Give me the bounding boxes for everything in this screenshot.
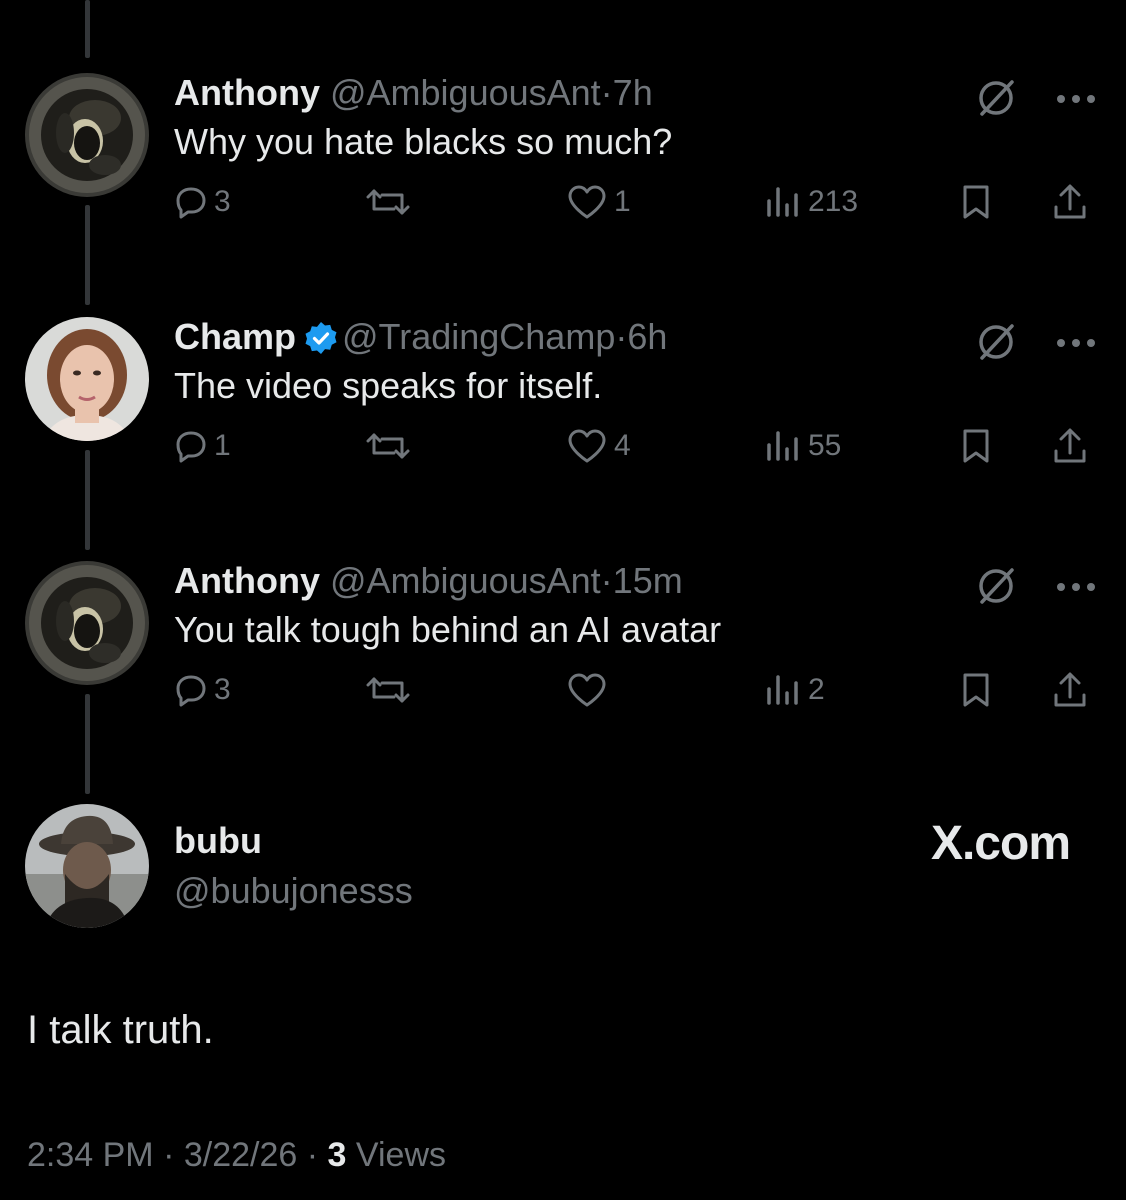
post-meta: 2:34 PM · 3/22/26 · 3 Views [27,1136,446,1175]
views-button[interactable]: 55 [764,422,841,470]
reply-post[interactable]: Anthony @AmbiguousAnt·7h Why you hate bl… [0,72,1126,318]
share-button[interactable] [1052,666,1088,714]
timestamp[interactable]: 7h [613,72,653,113]
grok-icon[interactable] [976,566,1016,606]
display-name[interactable]: Champ [174,316,296,357]
avatar[interactable] [25,561,149,685]
separator-dot: · [163,1136,175,1174]
reply-button[interactable]: 3 [174,666,231,714]
reply-post[interactable]: Anthony @AmbiguousAnt·15m You talk tough… [0,560,1126,806]
action-bar: 1 4 55 [174,422,1096,470]
reply-icon [176,187,206,219]
repost-button[interactable] [364,666,418,714]
reply-button[interactable]: 3 [174,178,231,226]
more-icon[interactable] [1056,94,1096,104]
views-count: 2 [808,673,825,706]
bookmark-button[interactable] [960,178,992,226]
bookmark-button[interactable] [960,422,992,470]
like-count: 1 [614,185,631,218]
action-bar: 3 2 [174,666,1096,714]
views-count: 213 [808,185,859,218]
watermark: X.com [930,817,1071,870]
grok-icon[interactable] [976,78,1016,118]
views-icon [767,431,798,461]
like-icon [568,185,606,219]
like-count: 4 [614,429,631,462]
reply-count: 3 [214,673,231,706]
like-button[interactable] [566,666,614,714]
repost-icon [366,189,410,215]
separator-dot: · [615,316,628,357]
more-icon[interactable] [1056,338,1096,348]
reply-post[interactable]: Champ @TradingChamp·6h The video speaks f… [0,316,1126,562]
share-icon [1054,672,1086,707]
reply-header: Champ @TradingChamp·6h [174,315,667,359]
reply-count: 1 [214,429,231,462]
views-count: 55 [808,429,842,462]
user-handle[interactable]: @bubujonesss [174,870,413,912]
share-button[interactable] [1052,178,1088,226]
views-label: Views [355,1136,447,1174]
avatar[interactable] [25,317,149,441]
avatar[interactable] [25,804,149,928]
user-handle[interactable]: @AmbiguousAnt [330,72,601,113]
user-handle[interactable]: @AmbiguousAnt [330,560,601,601]
separator-dot: · [600,72,613,113]
reply-icon [176,431,206,463]
like-icon [568,673,606,707]
separator-dot: · [600,560,613,601]
repost-button[interactable] [364,178,418,226]
reply-text: The video speaks for itself. [174,365,603,406]
views-icon [767,187,798,217]
verified-badge-icon [305,322,337,354]
reply-text: You talk tough behind an AI avatar [174,609,722,650]
bookmark-icon [963,429,989,463]
reply-button[interactable]: 1 [174,422,231,470]
share-button[interactable] [1052,422,1088,470]
repost-button[interactable] [364,422,418,470]
like-button[interactable]: 1 [566,178,631,226]
separator-dot: · [306,1136,319,1174]
views-button[interactable]: 2 [764,666,825,714]
grok-icon[interactable] [976,322,1016,362]
repost-icon [366,433,410,459]
reply-count: 3 [214,185,231,218]
views-icon [767,675,798,705]
reply-header: Anthony @AmbiguousAnt·7h [174,71,653,115]
post-text: I talk truth. [27,1008,214,1052]
thread-line-1 [85,0,90,58]
share-icon [1054,428,1086,463]
more-icon[interactable] [1056,582,1096,592]
action-bar: 3 1 213 [174,178,1096,226]
timestamp[interactable]: 6h [627,316,667,357]
post-time[interactable]: 2:34 PM [27,1136,154,1174]
share-icon [1054,184,1086,219]
bookmark-icon [963,185,989,219]
avatar[interactable] [25,73,149,197]
reply-header: Anthony @AmbiguousAnt·15m [174,559,683,603]
like-button[interactable]: 4 [566,422,631,470]
views-button[interactable]: 213 [764,178,858,226]
reply-text: Why you hate blacks so much? [174,121,673,162]
display-name[interactable]: bubu [174,820,262,862]
timestamp[interactable]: 15m [613,560,683,601]
display-name[interactable]: Anthony [174,560,320,601]
user-handle[interactable]: @TradingChamp [342,316,615,357]
like-icon [568,429,606,463]
post-date[interactable]: 3/22/26 [184,1136,297,1174]
repost-icon [366,677,410,703]
reply-icon [176,675,206,707]
bookmark-button[interactable] [960,666,992,714]
views-count: 3 [327,1136,347,1174]
display-name[interactable]: Anthony [174,72,320,113]
bookmark-icon [963,673,989,707]
